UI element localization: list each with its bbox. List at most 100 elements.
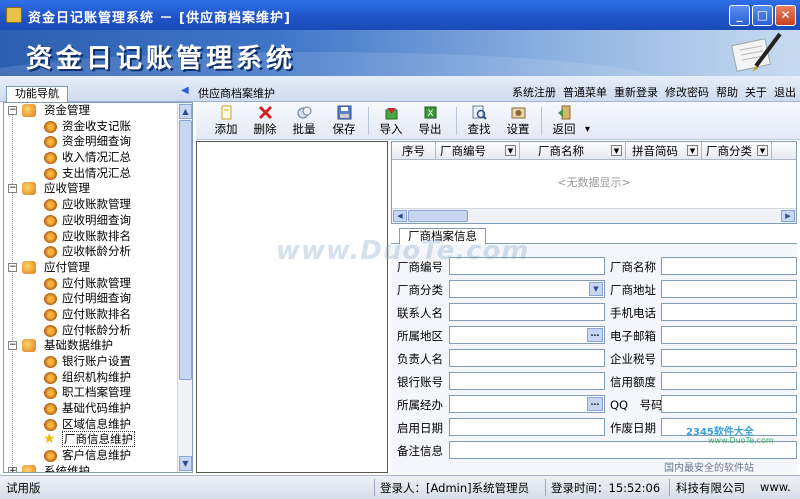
tree-vertical-scrollbar[interactable]: ▲ ▼ xyxy=(177,103,192,472)
tree-group[interactable]: − 资金管理 xyxy=(4,103,180,119)
gear-icon xyxy=(44,277,57,290)
gear-icon xyxy=(44,371,57,384)
tree-item[interactable]: 应付账款排名 xyxy=(4,307,180,323)
tree-expander-icon[interactable]: − xyxy=(8,106,17,115)
column-filter-icon[interactable]: ▼ xyxy=(687,145,698,156)
vendor-name-field[interactable] xyxy=(661,257,797,275)
nav-tab-function-navigation[interactable]: 功能导航 xyxy=(6,86,68,102)
tree-expander-icon[interactable]: + xyxy=(8,466,17,472)
minimize-button[interactable]: _ xyxy=(729,5,750,26)
tree-item[interactable]: 资金收支记账 xyxy=(4,119,180,135)
mobile-phone-field[interactable] xyxy=(661,303,797,321)
settings-button-label: 设置 xyxy=(506,122,530,136)
tree-group[interactable]: − 基础数据维护 xyxy=(4,338,180,354)
tree-group[interactable]: + 系统维护 xyxy=(4,464,180,472)
add-button[interactable]: 添加 xyxy=(206,104,246,138)
form-row: 所属经办 … QQ 号码 xyxy=(391,395,797,415)
save-disk-icon xyxy=(337,105,351,120)
tree-item[interactable]: 组织机构维护 xyxy=(4,370,180,386)
batch-button[interactable]: 批量 xyxy=(284,104,324,138)
tree-group[interactable]: − 应付管理 xyxy=(4,260,180,276)
region-lookup-field[interactable]: … xyxy=(449,326,605,344)
tree-item[interactable]: 应收账款排名 xyxy=(4,229,180,245)
menu-about[interactable]: 关于 xyxy=(745,86,767,99)
tree-expander-icon[interactable]: − xyxy=(8,184,17,194)
status-edition: 试用版 xyxy=(6,481,41,495)
tree-group[interactable]: − 应收管理 xyxy=(4,181,180,197)
tree-expander-icon[interactable]: − xyxy=(8,262,17,272)
chevron-down-icon[interactable]: ▼ xyxy=(589,282,603,296)
tree-item[interactable]: 应收账款管理 xyxy=(4,197,180,213)
tree-item-label: 应付账款管理 xyxy=(62,275,131,290)
supplier-grid[interactable]: 序号 厂商编号 ▼ 厂商名称 ▼ 拼音简码 ▼ 厂商分类 ▼ <无数据显示> ◀ ▶ xyxy=(391,141,797,224)
handler-lookup-field[interactable]: … xyxy=(449,395,605,413)
scroll-up-icon[interactable]: ▲ xyxy=(179,104,192,119)
qq-number-field[interactable] xyxy=(661,395,797,413)
delete-button[interactable]: 删除 xyxy=(245,104,285,138)
tree-item[interactable]: 应收帐龄分析 xyxy=(4,244,180,260)
email-field[interactable] xyxy=(661,326,797,344)
menu-relogin[interactable]: 重新登录 xyxy=(614,86,658,99)
menu-system-register[interactable]: 系统注册 xyxy=(512,86,556,99)
menu-normal-menu[interactable]: 普通菜单 xyxy=(563,86,607,99)
tree-item[interactable]: 应付明细查询 xyxy=(4,291,180,307)
column-header-vendor-name[interactable]: 厂商名称 ▼ xyxy=(520,142,626,160)
menu-change-password[interactable]: 修改密码 xyxy=(665,86,709,99)
scroll-thumb[interactable] xyxy=(408,210,468,222)
scroll-thumb[interactable] xyxy=(179,120,192,380)
ellipsis-lookup-icon[interactable]: … xyxy=(587,328,603,342)
vendor-address-field[interactable] xyxy=(661,280,797,298)
field-label: 联系人名 xyxy=(397,306,443,320)
tree-item-selected[interactable]: ★ 厂商信息维护 xyxy=(4,431,180,448)
start-date-field[interactable] xyxy=(449,418,605,436)
menu-help[interactable]: 帮助 xyxy=(716,86,738,99)
field-label: 银行账号 xyxy=(397,375,443,389)
tree-item[interactable]: 基础代码维护 xyxy=(4,401,180,417)
tree-item[interactable]: 支出情况汇总 xyxy=(4,166,180,182)
maximize-button[interactable]: □ xyxy=(752,5,773,26)
tree-item-label: 应收明细查询 xyxy=(62,212,131,227)
bank-account-field[interactable] xyxy=(449,372,605,390)
collapse-nav-icon[interactable]: ◀ xyxy=(181,85,189,96)
column-header-index[interactable]: 序号 xyxy=(392,142,436,160)
tree-expander-icon[interactable]: − xyxy=(8,341,17,351)
menu-exit[interactable]: 退出 xyxy=(774,86,796,99)
column-header-vendor-code[interactable]: 厂商编号 ▼ xyxy=(436,142,520,160)
save-button[interactable]: 保存 xyxy=(324,104,364,138)
gear-icon xyxy=(44,450,57,463)
folder-home-icon xyxy=(22,260,36,274)
vendor-category-select[interactable]: ▼ xyxy=(449,280,605,298)
credit-limit-field[interactable] xyxy=(661,372,797,390)
column-filter-icon[interactable]: ▼ xyxy=(505,145,516,156)
tree-item[interactable]: 职工档案管理 xyxy=(4,385,180,401)
contact-name-field[interactable] xyxy=(449,303,605,321)
toolbar-more-icon[interactable]: ▾ xyxy=(585,124,590,135)
import-button[interactable]: 导入 xyxy=(371,104,411,138)
column-filter-icon[interactable]: ▼ xyxy=(611,145,622,156)
export-button[interactable]: X 导出 xyxy=(410,104,450,138)
tree-item[interactable]: 资金明细查询 xyxy=(4,134,180,150)
tree-item[interactable]: 应收明细查询 xyxy=(4,213,180,229)
tree-item[interactable]: 客户信息维护 xyxy=(4,448,180,464)
return-button[interactable]: 返回 xyxy=(544,104,584,138)
tree-item[interactable]: 区域信息维护 xyxy=(4,417,180,433)
tree-item[interactable]: 应付帐龄分析 xyxy=(4,323,180,339)
list-pane[interactable] xyxy=(196,141,388,473)
tree-item[interactable]: 银行账户设置 xyxy=(4,354,180,370)
manager-name-field[interactable] xyxy=(449,349,605,367)
scroll-right-icon[interactable]: ▶ xyxy=(781,210,795,222)
column-filter-icon[interactable]: ▼ xyxy=(757,145,768,156)
column-header-vendor-category[interactable]: 厂商分类 ▼ xyxy=(702,142,772,160)
tree-item[interactable]: 收入情况汇总 xyxy=(4,150,180,166)
grid-horizontal-scrollbar[interactable]: ◀ ▶ xyxy=(392,208,796,223)
tree-item[interactable]: 应付账款管理 xyxy=(4,276,180,292)
scroll-down-icon[interactable]: ▼ xyxy=(179,456,192,471)
close-button[interactable]: ✕ xyxy=(775,5,796,26)
scroll-left-icon[interactable]: ◀ xyxy=(393,210,407,222)
find-button[interactable]: 查找 xyxy=(459,104,499,138)
settings-button[interactable]: 设置 xyxy=(498,104,538,138)
ellipsis-lookup-icon[interactable]: … xyxy=(587,397,603,411)
tax-number-field[interactable] xyxy=(661,349,797,367)
column-header-pinyin-code[interactable]: 拼音简码 ▼ xyxy=(626,142,702,160)
gear-icon xyxy=(44,308,57,321)
